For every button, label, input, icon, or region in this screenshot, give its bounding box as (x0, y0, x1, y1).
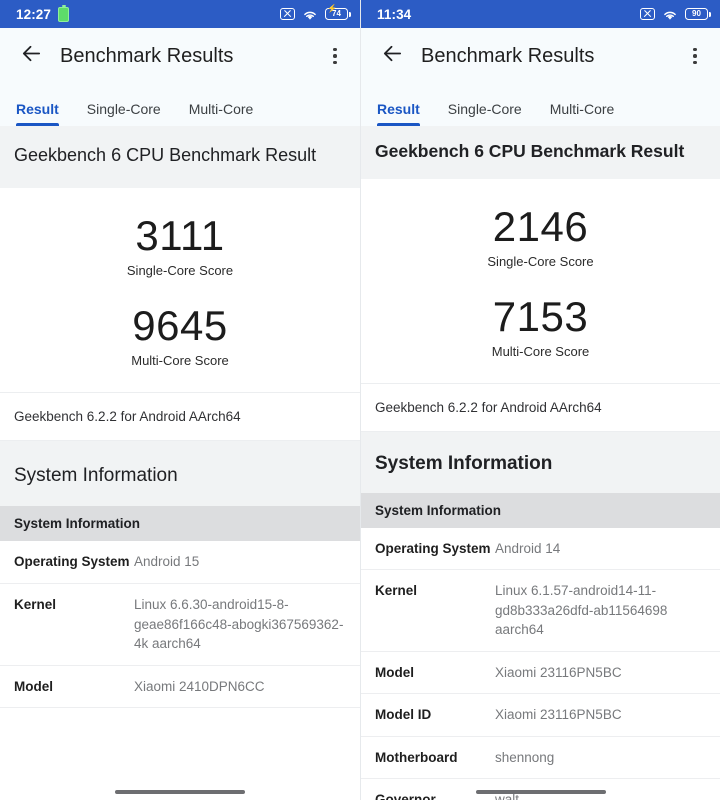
table-row: Operating System Android 14 (361, 527, 720, 571)
row-key: Model (14, 678, 53, 694)
dual-screenshot-comparison: 12:27 ⚡ 74 Benchmark Results Result Sing… (0, 0, 720, 800)
no-sim-icon (640, 8, 655, 20)
row-value: shennong (495, 749, 555, 765)
row-value: Android 15 (134, 554, 200, 570)
arrow-back-icon (381, 42, 404, 70)
status-bar: 12:27 ⚡ 74 (0, 0, 360, 28)
overflow-menu-button[interactable] (320, 38, 350, 74)
status-bar: 11:34 90 (361, 0, 720, 28)
multi-core-score-value: 9645 (132, 301, 228, 349)
table-row: Model Xiaomi 2410DPN6CC (0, 665, 360, 709)
row-key: Kernel (14, 596, 57, 612)
row-key: Model ID (375, 707, 432, 723)
single-core-score-block: 2146 Single-Core Score (361, 193, 720, 283)
multi-core-score-block: 9645 Multi-Core Score (0, 292, 360, 382)
score-panel: 3111 Single-Core Score 9645 Multi-Core S… (0, 187, 360, 393)
tab-single-core[interactable]: Single-Core (87, 101, 161, 126)
app-bar: Benchmark Results (361, 28, 720, 84)
tab-multi-core[interactable]: Multi-Core (550, 101, 615, 126)
overflow-menu-icon (693, 47, 697, 52)
geekbench-version-label: Geekbench 6.2.2 for Android AArch64 (361, 383, 720, 432)
scroll-content[interactable]: Geekbench 6 CPU Benchmark Result 3111 Si… (0, 126, 360, 800)
status-clock: 12:27 (16, 6, 52, 22)
row-value: Xiaomi 2410DPN6CC (134, 678, 265, 694)
geekbench-version-label: Geekbench 6.2.2 for Android AArch64 (0, 392, 360, 441)
status-bar-right: ⚡ 74 (280, 4, 351, 20)
wifi-icon (662, 8, 678, 20)
table-row: Model Xiaomi 23116PN5BC (361, 651, 720, 695)
row-key: Kernel (375, 583, 418, 599)
row-value: Linux 6.6.30-android15-8-geae86f166c48-a… (134, 596, 344, 652)
battery-level-label: 90 (692, 9, 701, 18)
row-value: Android 14 (495, 540, 561, 556)
arrow-back-icon (20, 42, 43, 70)
overflow-menu-icon (333, 47, 337, 52)
table-row: Kernel Linux 6.1.57-android14-11-gd8b333… (361, 570, 720, 652)
multi-core-score-label: Multi-Core Score (491, 343, 590, 359)
table-row: Operating System Android 15 (0, 541, 360, 584)
single-core-score-value: 2146 (492, 202, 589, 250)
tab-result[interactable]: Result (377, 101, 420, 126)
row-key: Governor (375, 792, 436, 800)
tab-multi-core[interactable]: Multi-Core (189, 101, 254, 126)
phone-screen-right: 11:34 90 Benchmark Results Result Single… (360, 0, 720, 800)
system-information-heading-band: System Information (361, 431, 720, 493)
battery-icon: 90 (685, 8, 711, 20)
multi-core-score-label: Multi-Core Score (131, 352, 229, 368)
row-key: Model (375, 664, 414, 680)
system-information-heading-band: System Information (0, 440, 360, 507)
scroll-content[interactable]: Geekbench 6 CPU Benchmark Result 2146 Si… (361, 126, 720, 800)
system-information-heading: System Information (14, 464, 178, 486)
phone-screen-left: 12:27 ⚡ 74 Benchmark Results Result Sing… (0, 0, 360, 800)
overflow-menu-button[interactable] (680, 38, 710, 74)
row-value: Xiaomi 23116PN5BC (495, 664, 622, 680)
system-information-heading: System Information (375, 452, 553, 474)
single-core-score-label: Single-Core Score (126, 262, 234, 278)
result-header-title: Geekbench 6 CPU Benchmark Result (14, 145, 317, 165)
single-core-score-value: 3111 (135, 211, 225, 259)
table-row: Governor walt (361, 779, 720, 800)
battery-icon: ⚡ 74 (325, 4, 351, 20)
status-bar-right: 90 (640, 8, 711, 20)
back-button[interactable] (375, 39, 409, 73)
page-title: Benchmark Results (60, 44, 234, 67)
row-key: Operating System (14, 554, 130, 570)
row-value: walt (495, 792, 520, 800)
no-sim-icon (280, 8, 295, 20)
back-button[interactable] (14, 39, 48, 73)
result-header-band: Geekbench 6 CPU Benchmark Result (0, 126, 360, 188)
tab-single-core[interactable]: Single-Core (448, 101, 522, 126)
score-panel: 2146 Single-Core Score 7153 Multi-Core S… (361, 178, 720, 384)
tab-bar: Result Single-Core Multi-Core (0, 84, 360, 126)
result-header-title: Geekbench 6 CPU Benchmark Result (375, 141, 685, 161)
row-key: Motherboard (375, 749, 458, 765)
system-information-table-header: System Information (0, 506, 360, 542)
row-key: Operating System (375, 540, 491, 556)
table-row: Motherboard shennong (361, 736, 720, 780)
battery-charging-icon: ⚡ (327, 4, 337, 13)
status-bar-left: 11:34 (377, 7, 411, 22)
tab-bar: Result Single-Core Multi-Core (361, 84, 720, 126)
status-clock: 11:34 (377, 6, 412, 22)
app-bar: Benchmark Results (0, 28, 360, 84)
multi-core-score-value: 7153 (492, 292, 589, 340)
table-row: Model ID Xiaomi 23116PN5BC (361, 694, 720, 737)
table-row: Kernel Linux 6.6.30-android15-8-geae86f1… (0, 583, 360, 666)
battery-saver-icon (58, 4, 70, 22)
status-bar-left: 12:27 (16, 4, 70, 22)
result-header-band: Geekbench 6 CPU Benchmark Result (361, 126, 720, 179)
multi-core-score-block: 7153 Multi-Core Score (361, 283, 720, 373)
page-title: Benchmark Results (421, 44, 595, 67)
wifi-icon (302, 8, 318, 20)
single-core-score-label: Single-Core Score (487, 253, 594, 269)
row-value: Linux 6.1.57-android14-11-gd8b333a26dfd-… (495, 583, 668, 638)
system-information-table-header: System Information (361, 492, 720, 528)
single-core-score-block: 3111 Single-Core Score (0, 202, 360, 292)
row-value: Xiaomi 23116PN5BC (495, 707, 622, 723)
tab-result[interactable]: Result (16, 101, 59, 126)
